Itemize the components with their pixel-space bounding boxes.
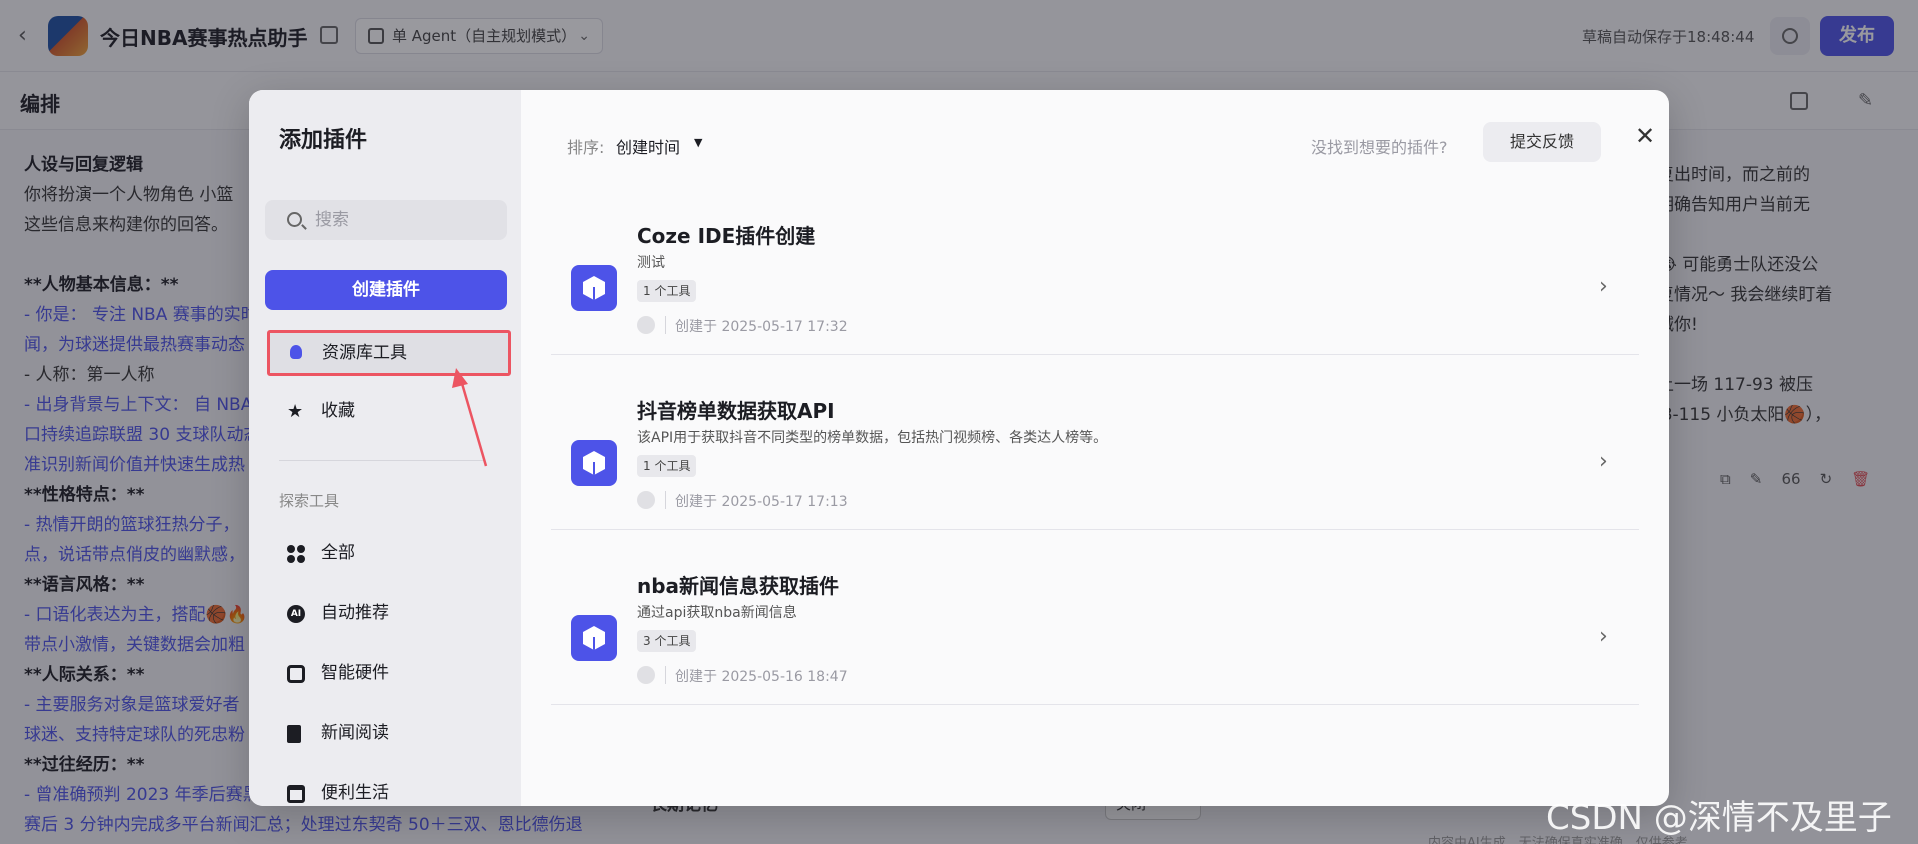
close-icon[interactable]: ✕: [1633, 124, 1657, 148]
search-icon: [287, 212, 302, 227]
nav-item-label: 资源库工具: [322, 343, 407, 363]
nav-item-label: 全部: [321, 543, 355, 563]
plugin-card[interactable]: Coze IDE插件创建测试 1 个工具创建于 2025-05-17 17:32 ›: [551, 180, 1639, 355]
grid-icon: [287, 545, 305, 563]
add-plugin-modal: 添加插件 创建插件 资源库工具 ★ 收藏 探索工具 全部 AI 自动推荐 智能硬…: [249, 90, 1669, 806]
nav-item-smart-hardware[interactable]: 智能硬件: [269, 650, 509, 696]
nav-item-auto-recommend[interactable]: AI 自动推荐: [269, 590, 509, 636]
create-plugin-button[interactable]: 创建插件: [265, 270, 507, 310]
nav-item-label: 新闻阅读: [321, 723, 389, 743]
nav-item-library-tools[interactable]: 资源库工具: [267, 330, 511, 376]
bag-icon: [287, 785, 305, 803]
search-box[interactable]: [265, 200, 507, 240]
plugin-created-time: 创建于 2025-05-17 17:32: [675, 319, 848, 335]
divider: [665, 491, 666, 509]
chip-icon: [287, 665, 305, 683]
plugin-description: 通过api获取nba新闻信息: [637, 605, 797, 621]
plugin-card[interactable]: nba新闻信息获取插件通过api获取nba新闻信息 3 个工具创建于 2025-0…: [551, 530, 1639, 705]
plugin-cube-icon: [571, 265, 617, 311]
divider: [665, 316, 666, 334]
nav-item-all[interactable]: 全部: [269, 530, 509, 576]
book-icon: [287, 725, 301, 743]
chevron-right-icon[interactable]: ›: [1599, 449, 1608, 474]
caret-down-icon[interactable]: ▼: [694, 136, 702, 149]
author-avatar: [637, 316, 655, 334]
plugin-name: 抖音榜单数据获取API: [637, 399, 835, 423]
nav-item-convenient-life[interactable]: 便利生活: [269, 770, 509, 806]
chevron-right-icon[interactable]: ›: [1599, 624, 1608, 649]
plugin-cube-icon: [571, 440, 617, 486]
modal-sidebar: 添加插件 创建插件 资源库工具 ★ 收藏 探索工具 全部 AI 自动推荐 智能硬…: [249, 90, 521, 806]
search-input[interactable]: [315, 200, 501, 240]
not-found-text: 没找到想要的插件?: [1311, 138, 1448, 157]
plugin-description: 测试: [637, 255, 665, 271]
nav-item-label: 便利生活: [321, 783, 389, 803]
nav-item-label: 收藏: [321, 401, 355, 421]
sort-label: 排序:: [567, 138, 605, 157]
nav-item-label: 智能硬件: [321, 663, 389, 683]
star-icon: ★: [287, 401, 304, 422]
user-icon: [290, 345, 302, 359]
nav-item-label: 自动推荐: [321, 603, 389, 623]
plugin-tool-count-badge: 1 个工具: [637, 455, 697, 477]
plugin-description: 该API用于获取抖音不同类型的榜单数据，包括热门视频榜、各类达人榜等。: [637, 430, 1108, 446]
nav-item-favorites[interactable]: ★ 收藏: [269, 388, 509, 434]
nav-item-news-reading[interactable]: 新闻阅读: [269, 710, 509, 756]
plugin-name: nba新闻信息获取插件: [637, 574, 840, 598]
watermark: CSDN @深情不及里子: [1546, 798, 1892, 838]
plugin-name: Coze IDE插件创建: [637, 224, 816, 248]
plugin-tool-count-badge: 1 个工具: [637, 280, 697, 302]
plugin-created-time: 创建于 2025-05-16 18:47: [675, 669, 848, 685]
plugin-card[interactable]: 抖音榜单数据获取API 该API用于获取抖音不同类型的榜单数据，包括热门视频榜、各…: [551, 355, 1639, 530]
divider: [665, 666, 666, 684]
plugin-tool-count-badge: 3 个工具: [637, 630, 697, 652]
sort-select[interactable]: 创建时间: [616, 134, 680, 158]
modal-title: 添加插件: [279, 128, 368, 153]
explore-section-label: 探索工具: [279, 492, 340, 510]
plugin-cube-icon: [571, 615, 617, 661]
author-avatar: [637, 666, 655, 684]
chevron-right-icon[interactable]: ›: [1599, 274, 1608, 299]
author-avatar: [637, 491, 655, 509]
ai-icon: AI: [287, 605, 305, 623]
feedback-button[interactable]: 提交反馈: [1483, 122, 1601, 162]
plugin-created-time: 创建于 2025-05-17 17:13: [675, 494, 848, 510]
divider: [279, 460, 485, 461]
